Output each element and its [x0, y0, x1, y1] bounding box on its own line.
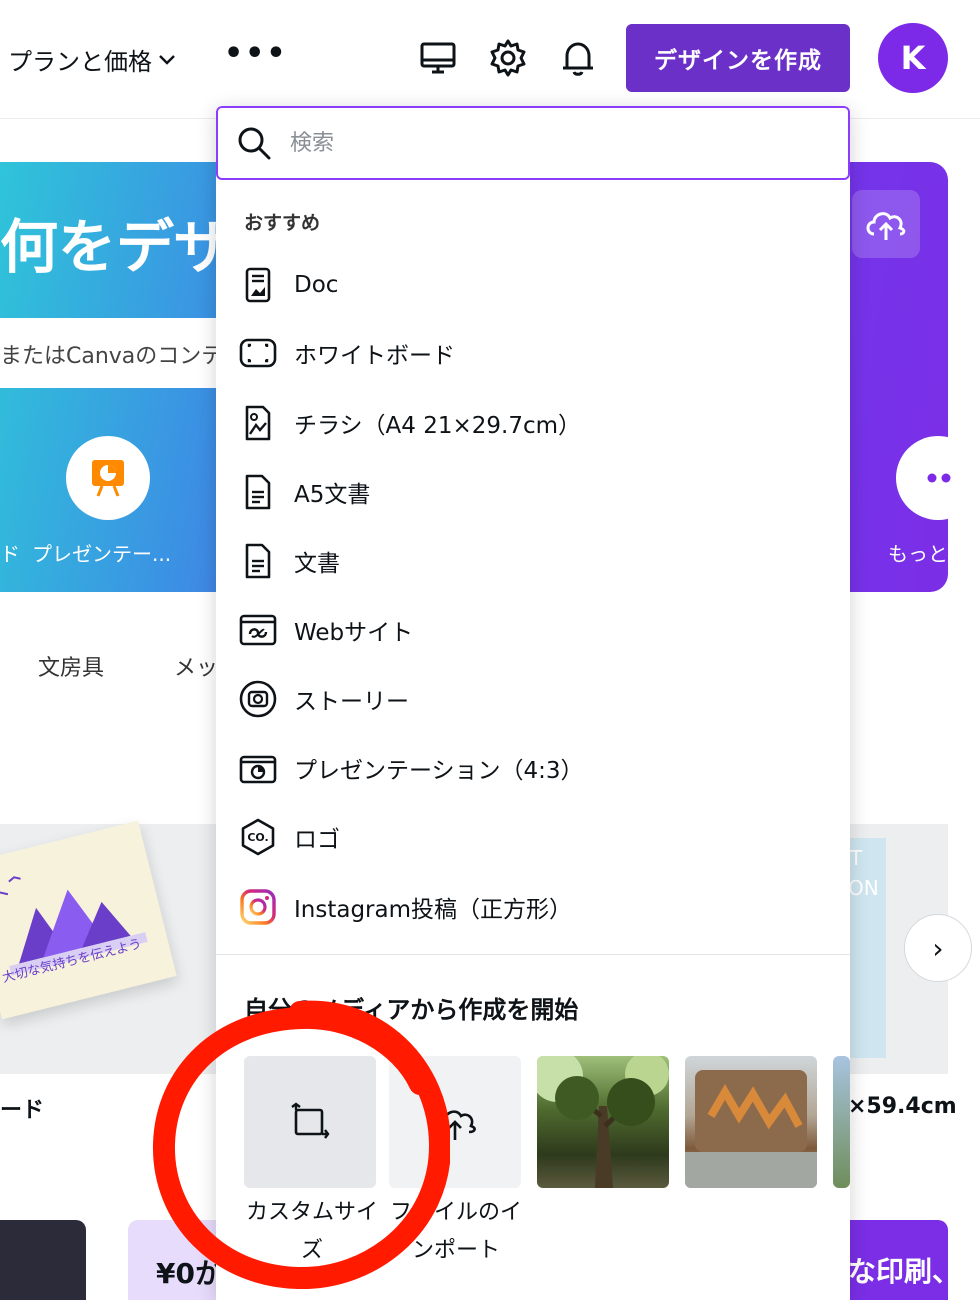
red-circle-annotation	[152, 1000, 450, 1290]
menu-item-label: プレゼンテーション（4:3）	[294, 758, 584, 784]
upload-cloud-icon	[866, 212, 906, 240]
menu-item-label: 文書	[294, 551, 340, 577]
notification-bell-icon[interactable]	[558, 38, 598, 78]
website-icon	[238, 610, 278, 650]
nav-pricing-label: プランと価格	[8, 48, 152, 76]
logo-icon: CO.	[238, 817, 278, 857]
menu-item-doc[interactable]: Doc	[216, 256, 850, 314]
menu-item-label: ストーリー	[294, 689, 409, 715]
dropdown-divider	[216, 954, 850, 955]
menu-item-label: Doc	[294, 272, 339, 298]
whiteboard-icon	[238, 333, 278, 373]
more-dots-icon	[927, 473, 951, 483]
menu-item-whiteboard[interactable]: ホワイトボード	[216, 324, 850, 382]
story-icon	[238, 679, 278, 719]
poster-template-label: ×59.4cm	[848, 1094, 957, 1119]
recommended-section-title: おすすめ	[244, 212, 321, 234]
user-avatar[interactable]: K	[878, 23, 948, 93]
hero-subtitle: またはCanvaのコンテ	[0, 344, 224, 369]
menu-item-document[interactable]: 文書	[216, 532, 850, 590]
category-more-button[interactable]	[896, 436, 980, 520]
category-tab-stationery[interactable]: 文房具	[38, 650, 104, 682]
presentation-chart-icon	[92, 460, 124, 497]
category-tab-message[interactable]: メッ	[174, 650, 218, 682]
menu-item-label: ロゴ	[294, 827, 340, 853]
create-design-button[interactable]: デザインを作成	[626, 24, 850, 92]
desktop-app-icon[interactable]	[418, 38, 458, 78]
promo-card-left[interactable]	[0, 1220, 86, 1300]
carousel-next-button[interactable]: ›	[904, 914, 972, 982]
menu-item-website[interactable]: Webサイト	[216, 601, 850, 659]
poster-text-2: ON	[848, 876, 879, 900]
menu-item-label: チラシ（A4 21×29.7cm）	[294, 413, 582, 439]
chevron-right-icon: ›	[932, 931, 944, 965]
menu-item-flyer[interactable]: チラシ（A4 21×29.7cm）	[216, 394, 850, 452]
nav-pricing-menu[interactable]: プランと価格	[8, 42, 176, 77]
presentation-icon	[238, 748, 278, 788]
instagram-icon	[238, 887, 278, 927]
menu-item-label: A5文書	[294, 482, 371, 508]
media-thumbnail-partial[interactable]	[833, 1056, 850, 1188]
promo-card-print-text: な印刷、	[848, 1255, 961, 1288]
monument-photo-icon	[685, 1070, 817, 1188]
document-icon	[238, 472, 278, 512]
settings-gear-icon[interactable]	[488, 38, 528, 78]
menu-item-label: Webサイト	[294, 620, 414, 646]
hero-upload-button[interactable]	[852, 190, 920, 258]
poster-text-1: T	[850, 846, 863, 870]
menu-item-instagram-post[interactable]: Instagram投稿（正方形）	[216, 878, 850, 936]
category-presentation-button[interactable]	[66, 436, 150, 520]
document-icon	[238, 541, 278, 581]
doc-icon	[238, 265, 278, 305]
media-thumbnail-forest[interactable]	[537, 1056, 669, 1188]
menu-item-label: Instagram投稿（正方形）	[294, 897, 573, 923]
menu-item-presentation[interactable]: プレゼンテーション（4:3）	[216, 739, 850, 797]
chevron-down-icon	[159, 54, 175, 65]
menu-item-a5-document[interactable]: A5文書	[216, 463, 850, 521]
design-search-input[interactable]	[288, 129, 812, 157]
category-presentation-label: プレゼンテー...	[32, 542, 172, 566]
category-more-label: もっと	[888, 542, 948, 566]
media-thumbnail-monument[interactable]	[685, 1056, 817, 1188]
menu-item-logo[interactable]: CO. ロゴ	[216, 808, 850, 866]
category-label-fragment: ド	[0, 542, 20, 566]
menu-item-story[interactable]: ストーリー	[216, 670, 850, 728]
poster-template-thumbnail[interactable]: T ON	[848, 838, 886, 1058]
more-menu-icon[interactable]: •••	[224, 36, 288, 71]
hero-title: 何をデザ	[0, 213, 233, 281]
svg-text:CO.: CO.	[247, 831, 268, 844]
design-search-box	[216, 106, 850, 180]
forest-photo-icon	[537, 1056, 669, 1188]
search-icon	[238, 127, 271, 160]
card-template-label: ード	[0, 1098, 45, 1123]
menu-item-label: ホワイトボード	[294, 343, 455, 369]
flyer-icon	[238, 403, 278, 443]
